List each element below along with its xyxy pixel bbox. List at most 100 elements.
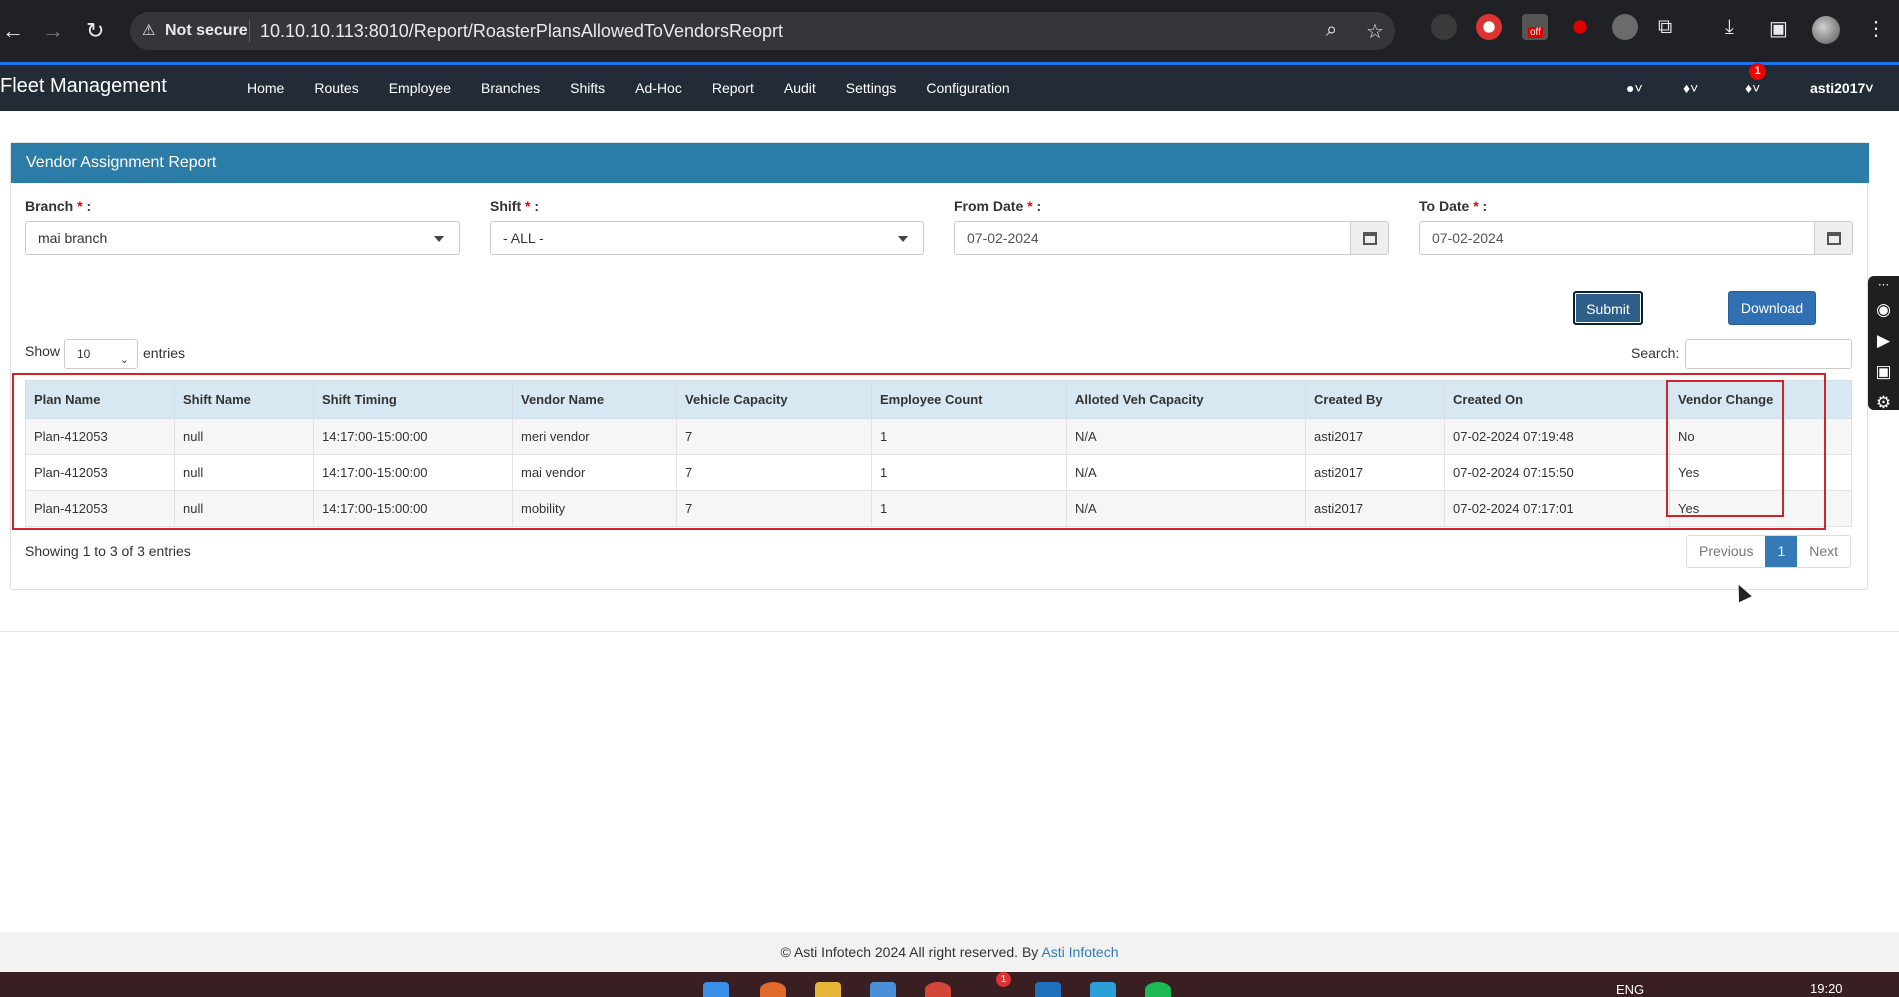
taskbar-badge: 1: [996, 972, 1011, 987]
extension-badge: off: [1528, 27, 1543, 38]
more-icon[interactable]: ⋯: [1868, 276, 1899, 294]
app-navbar: Fleet Management Home Routes Employee Br…: [0, 65, 1899, 111]
required-mark: *: [1473, 198, 1479, 214]
submit-button[interactable]: Submit: [1573, 291, 1643, 325]
panel-title: Vendor Assignment Report: [11, 143, 1869, 183]
highlight-table-box: [12, 373, 1826, 530]
download-button[interactable]: Download: [1728, 291, 1816, 325]
caret-down-icon: [898, 236, 908, 242]
pokeball-extension-icon[interactable]: [1476, 14, 1502, 40]
menu-configuration[interactable]: Configuration: [926, 65, 1009, 111]
forward-icon[interactable]: →: [42, 18, 64, 44]
record-extension-icon[interactable]: [1567, 14, 1593, 40]
branch-select-value: mai branch: [38, 230, 108, 246]
to-date-calendar-button[interactable]: [1814, 222, 1852, 254]
menu-adhoc[interactable]: Ad-Hoc: [635, 65, 682, 111]
extension-icon[interactable]: [1431, 14, 1457, 40]
from-date-label: From Date * :: [954, 198, 1041, 214]
divider: [249, 20, 250, 42]
profile-avatar[interactable]: [1812, 16, 1840, 44]
zoom-icon[interactable]: ⌕: [1326, 19, 1337, 42]
shift-label-text: Shift: [490, 198, 522, 214]
settings-gear-icon[interactable]: ⚙: [1868, 387, 1899, 418]
previous-button[interactable]: Previous: [1687, 536, 1765, 567]
vscode-icon[interactable]: [1090, 982, 1116, 997]
footer-link[interactable]: Asti Infotech: [1041, 944, 1118, 960]
cast-extension-icon[interactable]: off: [1522, 14, 1548, 40]
branch-label: Branch * :: [25, 198, 91, 214]
menu-home[interactable]: Home: [247, 65, 284, 111]
username[interactable]: asti2017˅: [1810, 65, 1873, 111]
chevron-down-icon: ⌄: [119, 354, 129, 366]
to-date-label: To Date * :: [1419, 198, 1487, 214]
footer: © Asti Infotech 2024 All right reserved.…: [0, 932, 1899, 972]
to-date-label-text: To Date: [1419, 198, 1470, 214]
brand-title[interactable]: Fleet Management: [0, 75, 167, 98]
menu-dots-icon[interactable]: ⋮: [1866, 16, 1886, 41]
not-secure-label[interactable]: Not secure: [165, 22, 248, 40]
shift-select[interactable]: - ALL -: [490, 221, 924, 255]
menu-routes[interactable]: Routes: [314, 65, 358, 111]
menu-employee[interactable]: Employee: [389, 65, 451, 111]
search-input[interactable]: [1685, 339, 1852, 369]
divider: [0, 631, 1899, 632]
reload-icon[interactable]: ↻: [86, 18, 104, 44]
windows-start-icon[interactable]: [703, 982, 729, 997]
clock-time[interactable]: 19:20: [1810, 981, 1843, 996]
page-1-button[interactable]: 1: [1765, 536, 1798, 567]
page-length-value: 10: [77, 347, 91, 361]
required-mark: *: [525, 198, 531, 214]
footer-text: © Asti Infotech 2024 All right reserved.…: [780, 944, 1039, 960]
table-info: Showing 1 to 3 of 3 entries: [25, 543, 191, 559]
warning-icon: ⚠: [142, 22, 156, 39]
window-icon[interactable]: ▣: [1868, 356, 1899, 387]
from-date-input[interactable]: 07-02-2024: [954, 221, 1389, 255]
menu-settings[interactable]: Settings: [846, 65, 897, 111]
caret-down-icon: [434, 236, 444, 242]
highlight-vendor-change-box: [1666, 380, 1784, 517]
bookmark-star-icon[interactable]: ☆: [1366, 19, 1384, 44]
vehicle-menu-icon[interactable]: ♦˅: [1683, 65, 1698, 111]
shift-select-value: - ALL -: [503, 230, 544, 246]
menu-audit[interactable]: Audit: [784, 65, 816, 111]
helper-extension-icon[interactable]: [1612, 14, 1638, 40]
mail-icon[interactable]: [1035, 982, 1061, 997]
notification-badge: 1: [1749, 63, 1766, 80]
shift-label: Shift * :: [490, 198, 539, 214]
menu-report[interactable]: Report: [712, 65, 754, 111]
to-date-value: 07-02-2024: [1432, 230, 1504, 246]
store-icon[interactable]: [870, 982, 896, 997]
user-menu-icon[interactable]: ●˅: [1626, 65, 1643, 111]
menu-branches[interactable]: Branches: [481, 65, 540, 111]
browser-toolbar: ← → ↻ ⚠ Not secure 10.10.10.113:8010/Rep…: [0, 0, 1899, 62]
side-panel-icon[interactable]: ▣: [1769, 16, 1788, 41]
branch-select[interactable]: mai branch: [25, 221, 460, 255]
from-date-value: 07-02-2024: [967, 230, 1039, 246]
app-icon[interactable]: [760, 982, 786, 997]
calendar-icon: [1826, 232, 1841, 245]
required-mark: *: [77, 198, 83, 214]
pagination: Previous 1 Next: [1686, 535, 1852, 568]
calendar-icon: [1362, 232, 1377, 245]
from-date-calendar-button[interactable]: [1350, 222, 1388, 254]
back-icon[interactable]: ←: [2, 18, 24, 44]
camera-icon[interactable]: ◉: [1868, 294, 1899, 325]
menu-shifts[interactable]: Shifts: [570, 65, 605, 111]
spotify-icon[interactable]: [1145, 982, 1171, 997]
puzzle-icon[interactable]: ⧉: [1658, 16, 1672, 39]
language-indicator[interactable]: ENG: [1616, 982, 1644, 997]
to-date-input[interactable]: 07-02-2024: [1419, 221, 1853, 255]
address-bar[interactable]: ⚠ Not secure 10.10.10.113:8010/Report/Ro…: [130, 12, 1395, 50]
url-text[interactable]: 10.10.10.113:8010/Report/RoasterPlansAll…: [260, 21, 783, 42]
folder-icon[interactable]: [815, 982, 841, 997]
download-icon[interactable]: ⤓: [1725, 16, 1734, 39]
page-length-select[interactable]: 10 ⌄: [64, 339, 138, 369]
os-taskbar: 1 ENG 19:20: [0, 972, 1899, 997]
search-label: Search:: [1631, 345, 1680, 361]
username-text: asti2017: [1810, 80, 1866, 96]
chrome-icon[interactable]: [925, 982, 951, 997]
from-date-label-text: From Date: [954, 198, 1024, 214]
next-button[interactable]: Next: [1797, 536, 1850, 567]
video-icon[interactable]: ▶: [1868, 325, 1899, 356]
label-colon: :: [86, 198, 92, 214]
